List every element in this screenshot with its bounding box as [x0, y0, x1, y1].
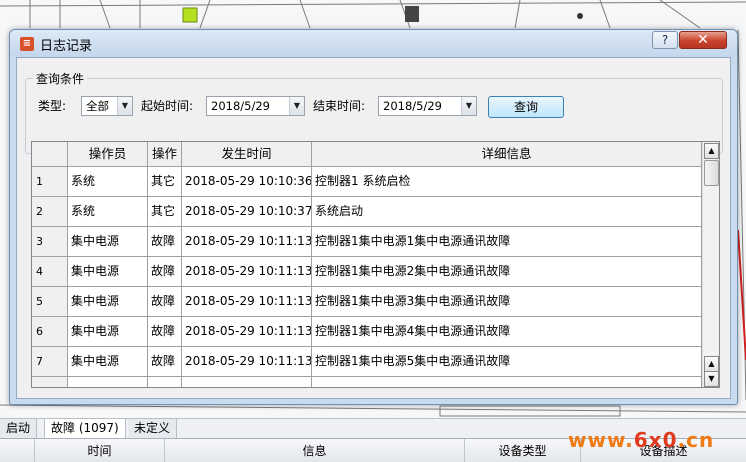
detail-cell: 系统启动 [312, 197, 702, 227]
table-header-detail[interactable]: 详细信息 [312, 142, 702, 167]
detail-cell: 控制器1集中电源3集中电源通讯故障 [312, 287, 702, 317]
time-cell [182, 377, 312, 387]
action-cell: 其它 [148, 167, 182, 197]
detail-cell: 控制器1集中电源1集中电源通讯故障 [312, 227, 702, 257]
table-vertical-scrollbar[interactable]: ▲ ▲ ▼ [702, 142, 719, 387]
time-cell: 2018-05-29 10:11:13 [182, 257, 312, 287]
header-time[interactable]: 时间 [34, 439, 164, 462]
action-cell: 其它 [148, 197, 182, 227]
scroll-up-icon[interactable]: ▲ [704, 143, 719, 159]
operator-cell: 集中电源 [68, 257, 148, 287]
operator-cell [68, 377, 148, 387]
table-row[interactable]: 5 集中电源 故障 2018-05-29 10:11:13 控制器1集中电源3集中电源通… [32, 287, 702, 317]
table-row[interactable]: 6 集中电源 故障 2018-05-29 10:11:13 控制器1集中电源4集中电源通… [32, 317, 702, 347]
table-row[interactable]: 1 系统 其它 2018-05-29 10:10:36 控制器1 系统启检 [32, 167, 702, 197]
tab-startup[interactable]: 启动 [0, 419, 38, 438]
table-row-partial[interactable] [32, 377, 702, 387]
row-number: 7 [32, 347, 68, 377]
time-cell: 2018-05-29 10:11:13 [182, 317, 312, 347]
action-cell: 故障 [148, 317, 182, 347]
table-header-time[interactable]: 发生时间 [182, 142, 312, 167]
row-number: 6 [32, 317, 68, 347]
time-cell: 2018-05-29 10:11:13 [182, 347, 312, 377]
operator-cell: 集中电源 [68, 317, 148, 347]
time-cell: 2018-05-29 10:11:13 [182, 287, 312, 317]
header-info[interactable]: 信息 [164, 439, 464, 462]
time-cell: 2018-05-29 10:10:37 [182, 197, 312, 227]
search-button[interactable]: 查询 [488, 96, 564, 118]
action-cell: 故障 [148, 257, 182, 287]
type-select[interactable]: 全部 ▼ [81, 96, 133, 116]
log-record-dialog: ≡ 日志记录 ? ✕ 查询条件 类型: 全部 ▼ 起始时间: 2018/5/29… [9, 29, 738, 405]
log-table: 操作员 操作 发生时间 详细信息 1 系统 其它 2018-05-29 10:10:3… [31, 141, 720, 388]
operator-cell: 系统 [68, 167, 148, 197]
chevron-down-icon[interactable]: ▼ [289, 97, 304, 115]
time-cell: 2018-05-29 10:10:36 [182, 167, 312, 197]
end-date-picker[interactable]: 2018/5/29 ▼ [378, 96, 477, 116]
help-button[interactable]: ? [652, 31, 678, 49]
table-row[interactable]: 7 集中电源 故障 2018-05-29 10:11:13 控制器1集中电源5集中电源通… [32, 347, 702, 377]
detail-cell: 控制器1集中电源4集中电源通讯故障 [312, 317, 702, 347]
row-number [32, 377, 68, 387]
dialog-client-area: 查询条件 类型: 全部 ▼ 起始时间: 2018/5/29 ▼ 结束时间: 20… [16, 57, 731, 399]
start-date-picker[interactable]: 2018/5/29 ▼ [206, 96, 305, 116]
query-conditions-title: 查询条件 [33, 70, 88, 87]
end-date-value: 2018/5/29 [383, 99, 442, 113]
type-select-value: 全部 [86, 99, 109, 113]
row-number: 3 [32, 227, 68, 257]
table-header-action[interactable]: 操作 [148, 142, 182, 167]
operator-cell: 集中电源 [68, 287, 148, 317]
dialog-title: 日志记录 [40, 39, 93, 54]
end-time-label: 结束时间: [313, 99, 366, 113]
operator-cell: 系统 [68, 197, 148, 227]
table-row[interactable]: 2 系统 其它 2018-05-29 10:10:37 系统启动 [32, 197, 702, 227]
start-date-value: 2018/5/29 [211, 99, 270, 113]
scroll-down-icon[interactable]: ▲ [704, 356, 719, 372]
row-number: 5 [32, 287, 68, 317]
dialog-titlebar[interactable]: ≡ 日志记录 ? ✕ [10, 30, 737, 57]
table-row[interactable]: 3 集中电源 故障 2018-05-29 10:11:13 控制器1集中电源1集中电源通… [32, 227, 702, 257]
action-cell: 故障 [148, 287, 182, 317]
table-header-rownum [32, 142, 68, 167]
header-device-type[interactable]: 设备类型 [464, 439, 580, 462]
row-number: 4 [32, 257, 68, 287]
row-number: 2 [32, 197, 68, 227]
chevron-down-icon[interactable]: ▼ [117, 97, 132, 115]
site-watermark: www.6x0.cn [568, 428, 715, 452]
type-label: 类型: [38, 99, 67, 113]
app-icon: ≡ [20, 37, 34, 51]
detail-cell: 控制器1集中电源2集中电源通讯故障 [312, 257, 702, 287]
scrollbar-thumb[interactable] [704, 160, 719, 186]
action-cell: 故障 [148, 347, 182, 377]
close-button[interactable]: ✕ [679, 31, 727, 49]
table-header-row: 操作员 操作 发生时间 详细信息 [32, 142, 702, 167]
row-number: 1 [32, 167, 68, 197]
action-cell: 故障 [148, 227, 182, 257]
operator-cell: 集中电源 [68, 227, 148, 257]
table-row[interactable]: 4 集中电源 故障 2018-05-29 10:11:13 控制器1集中电源2集中电源通… [32, 257, 702, 287]
detail-cell: 控制器1集中电源5集中电源通讯故障 [312, 347, 702, 377]
tab-undefined[interactable]: 未定义 [128, 419, 178, 438]
detail-cell: 控制器1 系统启检 [312, 167, 702, 197]
time-cell: 2018-05-29 10:11:13 [182, 227, 312, 257]
start-time-label: 起始时间: [141, 99, 194, 113]
scroll-down-icon[interactable]: ▼ [704, 371, 719, 387]
operator-cell: 集中电源 [68, 347, 148, 377]
table-header-operator[interactable]: 操作员 [68, 142, 148, 167]
chevron-down-icon[interactable]: ▼ [461, 97, 476, 115]
action-cell [148, 377, 182, 387]
detail-cell [312, 377, 702, 387]
tab-fault[interactable]: 故障 (1097) [44, 419, 126, 438]
